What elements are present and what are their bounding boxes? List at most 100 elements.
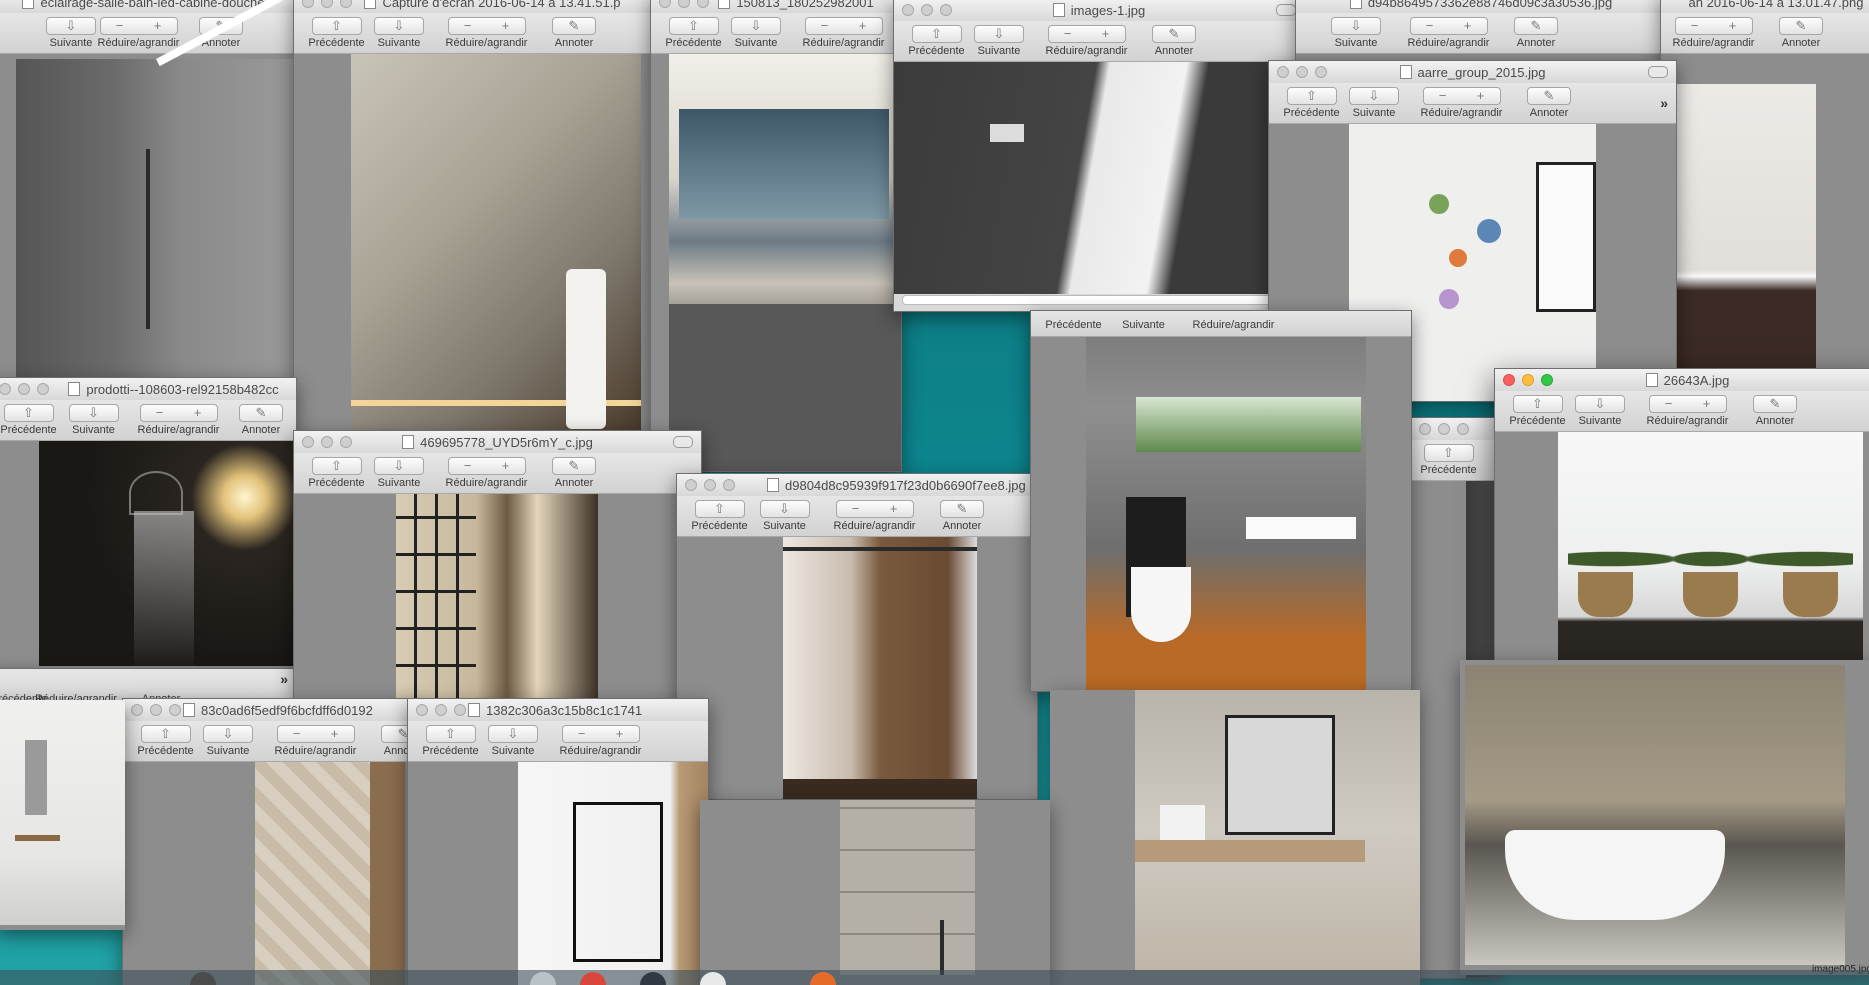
zoom-control[interactable]: − + Réduire/agrandir — [548, 725, 653, 759]
next-control[interactable]: ⇩ Suivante — [369, 17, 429, 51]
previous-button[interactable]: ⇧ — [140, 725, 191, 743]
preview-window-d9804[interactable]: d9804d8c95939f917f23d0b6690f7ee8.jpg ⇧ Pr… — [676, 473, 1038, 800]
zoom-button[interactable]: − + — [1674, 17, 1753, 35]
zoom-button[interactable]: − + — [447, 17, 526, 35]
preview-window-tiles[interactable] — [700, 800, 1050, 985]
zoom-window-button[interactable] — [723, 479, 735, 491]
close-button[interactable] — [416, 704, 428, 716]
preview-window-images-1[interactable]: images-1.jpg ⇧ Précédente ⇩ Suivante − + Réd… — [893, 0, 1305, 312]
next-control[interactable]: ⇩ Suivante — [61, 404, 126, 438]
previous-control[interactable]: ⇧ Précédente — [0, 404, 61, 438]
next-control[interactable]: ⇩ Suivante — [752, 500, 817, 534]
previous-control[interactable]: ⇧ Précédente — [661, 17, 726, 51]
title-bar[interactable]: d9804d8c95939f917f23d0b6690f7ee8.jpg — [677, 474, 1037, 497]
title-bar[interactable] — [1411, 418, 1501, 441]
annotate-control[interactable]: ✎ Annoter — [1745, 395, 1805, 429]
zoom-button[interactable]: − + — [1422, 87, 1501, 105]
zoom-window-button[interactable] — [169, 704, 181, 716]
annotate-button[interactable]: ✎ — [1753, 395, 1797, 413]
zoom-button[interactable]: − + — [1409, 17, 1488, 35]
close-button[interactable] — [659, 0, 671, 8]
annotate-button[interactable]: ✎ — [1514, 17, 1558, 35]
minimize-button[interactable] — [150, 704, 162, 716]
preview-window-83c0ad[interactable]: 83c0ad6f5edf9f6bcfdff6d0192 ⇧ Précédente … — [122, 698, 419, 985]
zoom-button[interactable]: − + — [139, 404, 218, 422]
annotate-button[interactable]: ✎ — [239, 404, 283, 422]
annotate-control[interactable]: ✎ Annoter — [1506, 17, 1566, 51]
next-button[interactable]: ⇩ — [374, 17, 424, 35]
close-button[interactable] — [131, 704, 143, 716]
title-bar[interactable]: 150813_180252982001 — [651, 0, 901, 14]
title-bar[interactable]: an 2016-06-14 à 13.01.47.png — [1661, 0, 1869, 14]
annotate-button[interactable]: ✎ — [1152, 25, 1196, 43]
previous-button[interactable]: ⇧ — [425, 725, 476, 743]
annotate-control[interactable]: ✎ Annoter — [1771, 17, 1831, 51]
previous-control[interactable]: ⇧ Précédente — [304, 17, 369, 51]
previous-button[interactable]: ⇧ — [668, 17, 719, 35]
next-control[interactable]: ⇩ Suivante — [1344, 87, 1404, 121]
zoom-control[interactable]: − + Réduire/agrandir — [1661, 17, 1766, 51]
horizontal-scrollbar[interactable] — [902, 295, 1284, 305]
previous-button[interactable]: ⇧ — [3, 404, 54, 422]
minimize-button[interactable] — [678, 0, 690, 8]
zoom-button[interactable]: − + — [835, 500, 914, 518]
zoom-control[interactable]: − + Réduire/agrandir — [1409, 87, 1514, 121]
annotate-button[interactable]: ✎ — [552, 17, 596, 35]
previous-button[interactable]: ⇧ — [1423, 444, 1474, 462]
zoom-control[interactable]: − + Réduire/agrandir — [1034, 25, 1139, 59]
zoom-control[interactable]: − + Réduire/agrandir — [126, 404, 231, 438]
previous-button[interactable]: ⇧ — [1512, 395, 1563, 413]
next-control[interactable]: ⇩ Suivante — [1326, 17, 1386, 51]
zoom-button[interactable]: − + — [561, 725, 640, 743]
next-button[interactable]: ⇩ — [68, 404, 119, 422]
zoom-control[interactable]: − + Réduire/agrandir — [434, 17, 539, 51]
annotate-control[interactable]: ✎ Annoter — [231, 404, 291, 438]
minimize-button[interactable] — [321, 0, 333, 8]
toolbar-overflow-button[interactable]: » — [280, 671, 288, 687]
annotate-control[interactable]: ✎ Annoter — [544, 17, 604, 51]
preview-window-towels[interactable] — [0, 700, 125, 930]
zoom-window-button[interactable] — [1457, 423, 1469, 435]
zoom-button[interactable]: − + — [99, 17, 178, 35]
preview-window-bathtub[interactable]: image005.jpg — [1460, 660, 1869, 975]
previous-control[interactable]: ⇧ Précédente — [687, 500, 752, 534]
toolbar-toggle-button[interactable] — [1648, 66, 1668, 78]
previous-control[interactable]: ⇧ Précédente — [1505, 395, 1570, 429]
zoom-window-button[interactable] — [454, 704, 466, 716]
annotate-control[interactable]: ✎ Annoter — [932, 500, 992, 534]
next-button[interactable]: ⇩ — [488, 725, 538, 743]
preview-window-an-2016[interactable]: an 2016-06-14 à 13.01.47.png − + Réduire/a… — [1660, 0, 1869, 372]
annotate-button[interactable]: ✎ — [552, 457, 596, 475]
annotate-button[interactable]: ✎ — [1779, 17, 1823, 35]
zoom-control[interactable]: − + Réduire/agrandir — [1635, 395, 1740, 429]
zoom-button[interactable]: − + — [804, 17, 883, 35]
next-button[interactable]: ⇩ — [731, 17, 781, 35]
zoom-button[interactable]: − + — [1047, 25, 1126, 43]
preview-window-eclairage[interactable]: eclairage-salle-bain-led-cabine-douche ⇩… — [0, 0, 297, 387]
title-bar[interactable]: d94b8649573362e88746d09c3a30536.jpg — [1296, 0, 1666, 14]
annotate-control[interactable]: ✎ Annoter — [1519, 87, 1579, 121]
next-control[interactable]: ⇩ Suivante — [1570, 395, 1630, 429]
preview-window-capture[interactable]: Capture d'écran 2016-06-14 à 13.41.51.p … — [293, 0, 652, 432]
next-button[interactable]: ⇩ — [1575, 395, 1625, 413]
next-button[interactable]: ⇩ — [1349, 87, 1399, 105]
previous-button[interactable]: ⇧ — [311, 457, 362, 475]
next-button[interactable]: ⇩ — [1331, 17, 1381, 35]
annotate-button[interactable]: ✎ — [1527, 87, 1571, 105]
close-button[interactable] — [0, 383, 11, 395]
zoom-control[interactable]: − + Réduire/agrandir — [434, 457, 539, 491]
title-bar[interactable]: 1382c306a3c15b8c1c1741 — [408, 699, 708, 722]
previous-button[interactable]: ⇧ — [911, 25, 962, 43]
next-control[interactable]: ⇩ Suivante — [198, 725, 258, 759]
previous-button[interactable]: ⇧ — [1286, 87, 1337, 105]
zoom-control[interactable]: − + Réduire/agrandir — [822, 500, 927, 534]
annotate-button[interactable]: ✎ — [940, 500, 984, 518]
zoom-control[interactable]: − + Réduire/agrandir — [263, 725, 368, 759]
zoom-control[interactable]: − + Réduire/agrandir — [86, 17, 191, 51]
preview-window-vanity-bottom[interactable] — [1050, 690, 1420, 985]
next-button[interactable]: ⇩ — [374, 457, 424, 475]
previous-control[interactable]: ⇧ Précédente — [1416, 444, 1481, 478]
next-control[interactable]: ⇩ Suivante — [483, 725, 543, 759]
annotate-control[interactable]: ✎ Annoter — [544, 457, 604, 491]
title-bar[interactable]: 469695778_UYD5r6mY_c.jpg — [294, 431, 701, 454]
